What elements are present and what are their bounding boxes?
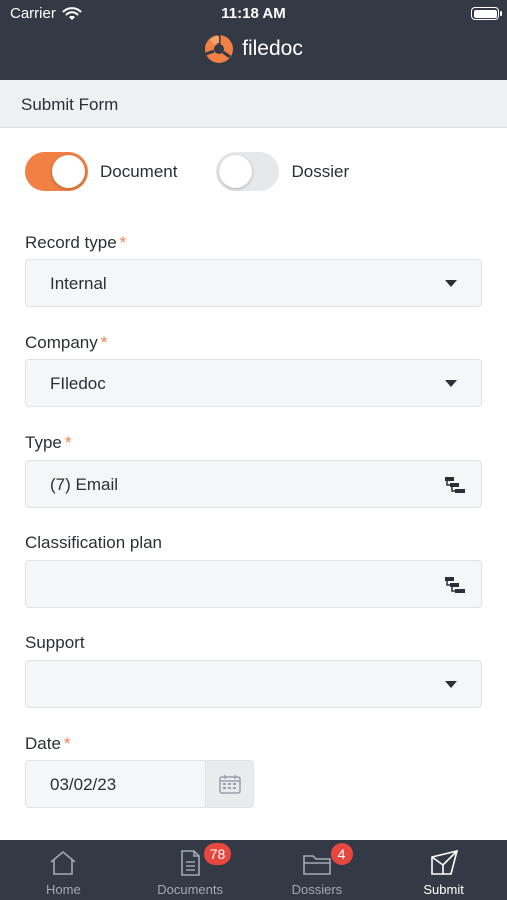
record-type-label: Record type * bbox=[25, 233, 126, 253]
type-label: Type * bbox=[25, 433, 71, 453]
document-toggle-label: Document bbox=[100, 161, 178, 181]
folder-icon bbox=[303, 855, 331, 875]
support-label-text: Support bbox=[25, 633, 85, 652]
dossiers-count-badge: 4 bbox=[330, 843, 353, 865]
section-header: Submit Form bbox=[0, 80, 507, 128]
toggle-knob bbox=[52, 155, 85, 188]
app-name: filedoc bbox=[242, 37, 303, 60]
classification-plan-label: Classification plan bbox=[25, 533, 162, 553]
date-label-text: Date bbox=[25, 734, 61, 753]
calendar-icon bbox=[219, 775, 241, 794]
date-label: Date * bbox=[25, 734, 71, 754]
date-value: 03/02/23 bbox=[50, 775, 117, 794]
tab-documents-label: Documents bbox=[157, 882, 223, 897]
tab-documents[interactable]: 78 Documents bbox=[127, 840, 254, 900]
record-type-select[interactable]: Internal bbox=[25, 259, 482, 307]
battery-icon bbox=[471, 7, 502, 20]
toggle-knob bbox=[219, 155, 253, 188]
required-mark: * bbox=[119, 233, 127, 252]
company-label: Company * bbox=[25, 333, 107, 353]
tab-submit[interactable]: Submit bbox=[380, 840, 507, 900]
tab-dossiers[interactable]: 4 Dossiers bbox=[254, 840, 381, 900]
filedoc-logo-icon bbox=[205, 35, 234, 63]
document-toggle[interactable] bbox=[25, 152, 88, 191]
chevron-down-icon bbox=[445, 280, 457, 287]
tab-home[interactable]: Home bbox=[0, 840, 127, 900]
dossier-toggle[interactable] bbox=[216, 152, 280, 191]
tab-submit-label: Submit bbox=[423, 882, 464, 897]
tree-hierarchy-icon bbox=[445, 577, 465, 593]
type-tree-picker[interactable]: (7) Email bbox=[25, 460, 482, 508]
mode-toggle-row: Document Dossier bbox=[25, 152, 349, 191]
tab-home-label: Home bbox=[46, 882, 81, 897]
status-time: 11:18 AM bbox=[221, 5, 286, 22]
required-mark: * bbox=[64, 433, 72, 452]
dossier-toggle-label: Dossier bbox=[291, 161, 350, 181]
support-select[interactable] bbox=[25, 660, 482, 708]
classification-plan-tree-picker[interactable] bbox=[25, 560, 482, 608]
document-icon bbox=[181, 850, 200, 876]
required-mark: * bbox=[100, 333, 108, 352]
record-type-value: Internal bbox=[50, 274, 107, 293]
company-label-text: Company bbox=[25, 333, 98, 352]
record-type-label-text: Record type bbox=[25, 233, 117, 252]
chevron-down-icon bbox=[445, 681, 457, 688]
app-header: Carrier 11:18 AM filedoc bbox=[0, 0, 507, 80]
date-field[interactable]: 03/02/23 bbox=[25, 760, 254, 808]
chevron-down-icon bbox=[445, 380, 457, 387]
type-label-text: Type bbox=[25, 433, 62, 452]
bottom-tab-bar: Home 78 Documents 4 Dossiers Submit bbox=[0, 840, 507, 900]
required-mark: * bbox=[63, 734, 71, 753]
brand: filedoc bbox=[0, 34, 507, 64]
tab-dossiers-label: Dossiers bbox=[291, 882, 343, 897]
status-bar: Carrier 11:18 AM bbox=[0, 0, 507, 28]
send-icon bbox=[430, 849, 458, 875]
support-label: Support bbox=[25, 633, 85, 653]
company-value: FIledoc bbox=[50, 374, 106, 393]
date-picker-button[interactable] bbox=[205, 761, 253, 807]
company-select[interactable]: FIledoc bbox=[25, 359, 482, 407]
documents-count-badge: 78 bbox=[203, 843, 232, 865]
tree-hierarchy-icon bbox=[445, 477, 465, 493]
home-icon bbox=[50, 850, 76, 875]
page-title: Submit Form bbox=[21, 95, 119, 114]
classification-plan-label-text: Classification plan bbox=[25, 533, 163, 552]
type-value: (7) Email bbox=[50, 475, 119, 494]
